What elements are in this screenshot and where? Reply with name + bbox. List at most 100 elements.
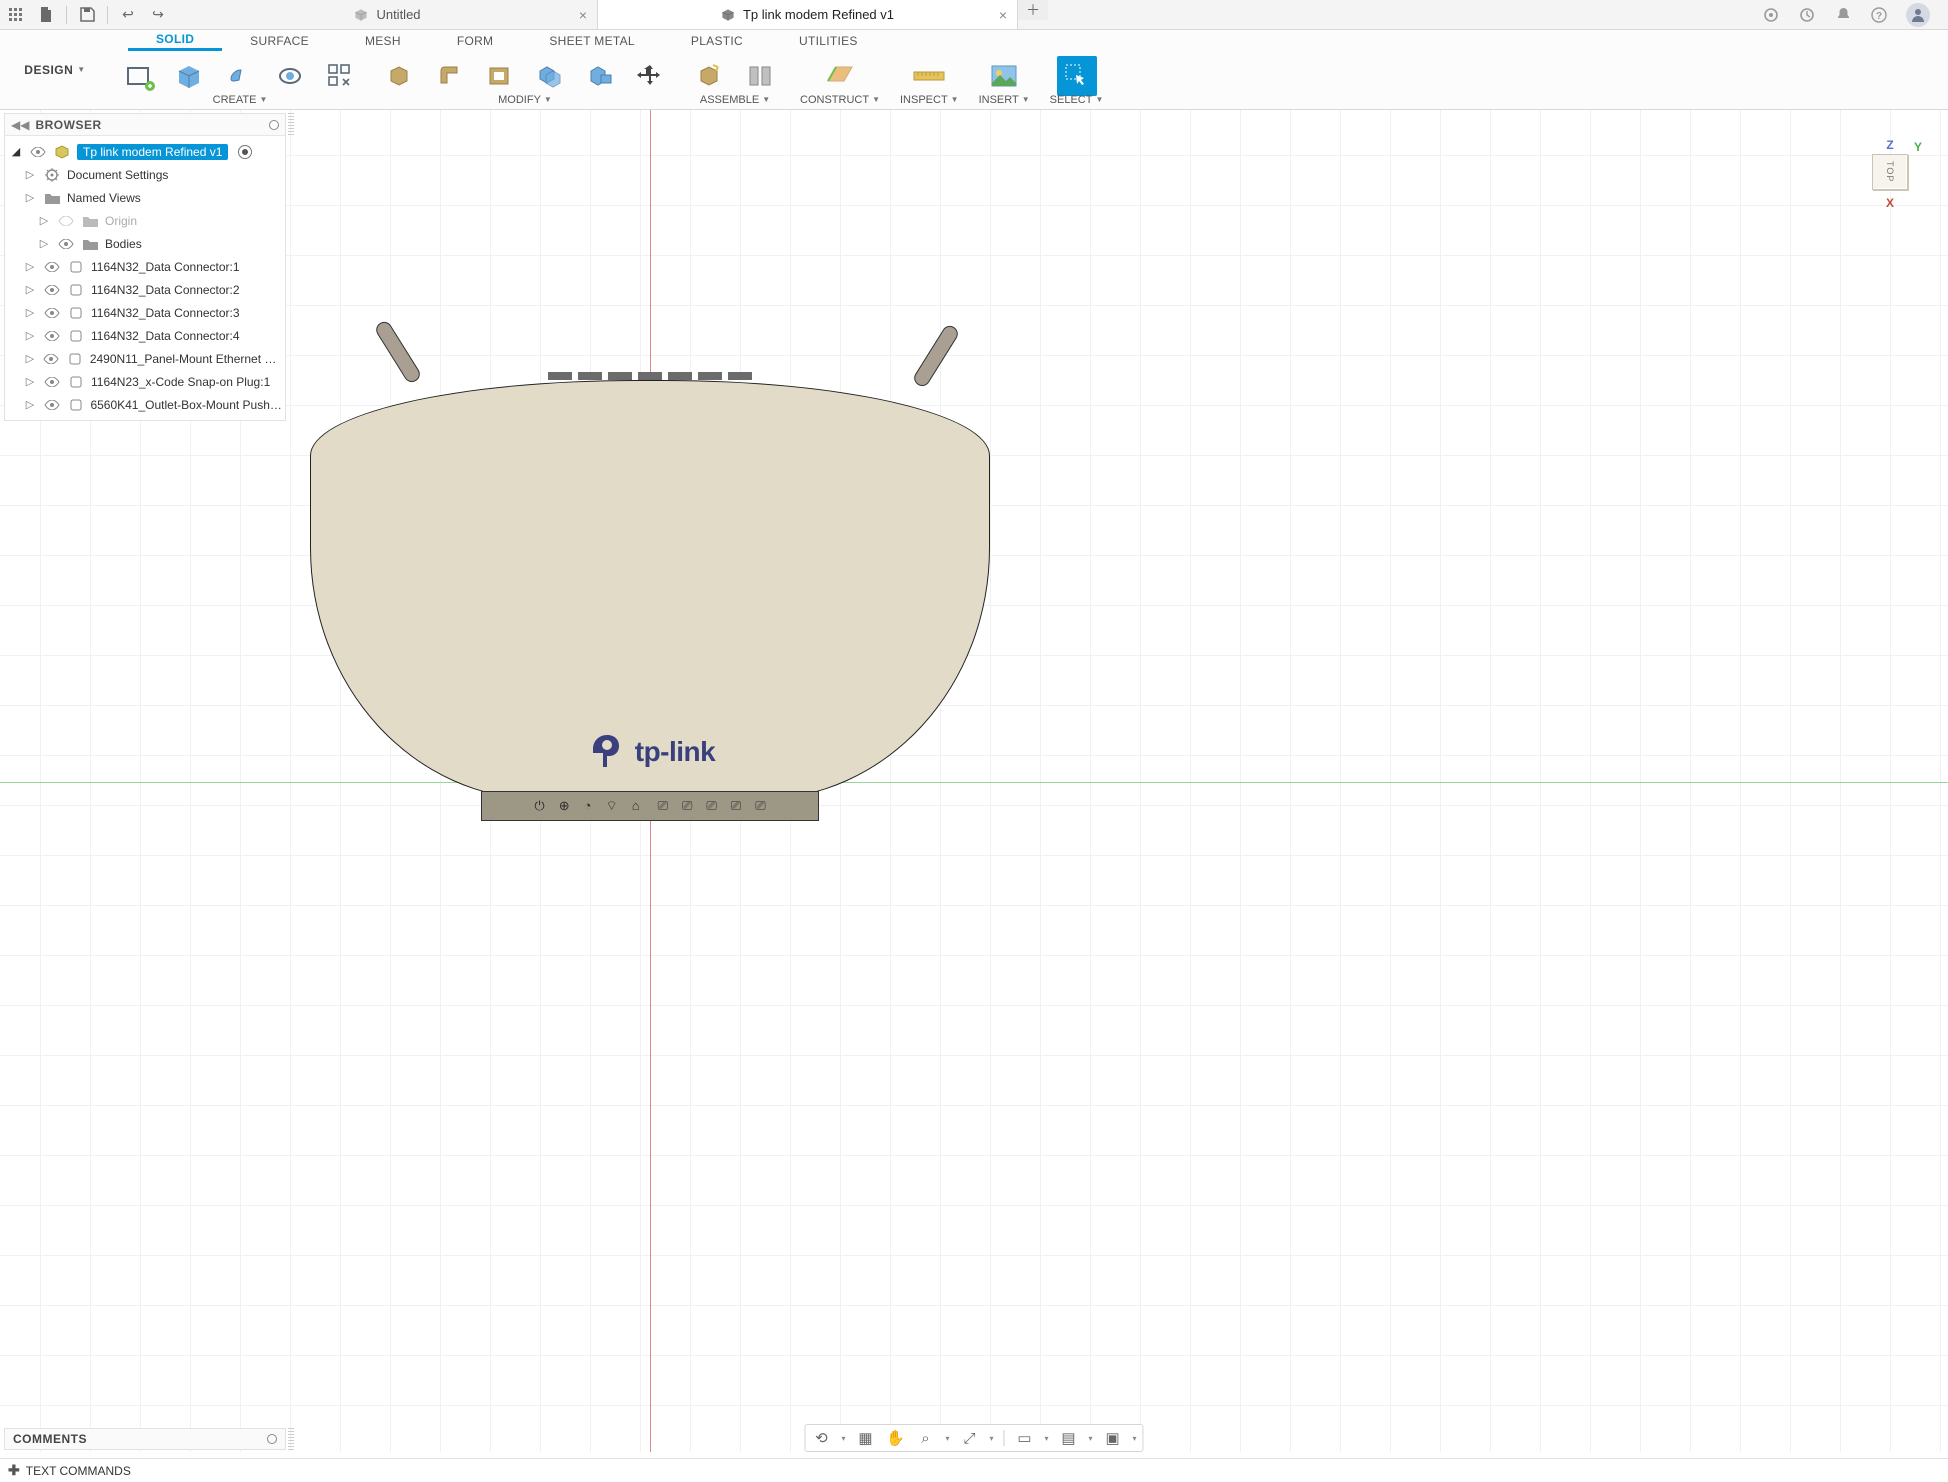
expand-icon[interactable]: ✚ xyxy=(8,1462,20,1479)
help-icon[interactable]: ? xyxy=(1870,6,1888,24)
tool-measure[interactable] xyxy=(909,56,949,96)
close-icon[interactable]: × xyxy=(999,7,1007,23)
expand-icon[interactable]: ▷ xyxy=(23,375,37,388)
add-tab-button[interactable]: ＋ xyxy=(1018,0,1048,20)
notifications-icon[interactable] xyxy=(1834,6,1852,24)
tool-plane[interactable] xyxy=(820,56,860,96)
viewcube-face[interactable]: TOP xyxy=(1872,154,1908,190)
tree-item[interactable]: ▷1164N32_Data Connector:2 xyxy=(5,278,285,301)
tree-item[interactable]: ▷1164N32_Data Connector:3 xyxy=(5,301,285,324)
extensions-icon[interactable] xyxy=(1762,6,1780,24)
expand-icon[interactable]: ▷ xyxy=(37,214,51,227)
tab-plastic[interactable]: PLASTIC xyxy=(663,32,771,50)
tree-item[interactable]: ▷ Named Views xyxy=(5,186,285,209)
nav-zoom-icon[interactable]: ⌕ xyxy=(915,1428,935,1448)
text-commands-bar[interactable]: ✚ TEXT COMMANDS xyxy=(0,1458,1948,1482)
tree-item[interactable]: ▷ Origin xyxy=(5,209,285,232)
comments-panel[interactable]: COMMENTS xyxy=(4,1428,286,1450)
panel-resize-handle[interactable] xyxy=(288,1428,294,1450)
tool-revolve[interactable] xyxy=(270,56,310,96)
nav-fit-icon[interactable]: ⤢ xyxy=(959,1428,979,1448)
visibility-icon[interactable] xyxy=(43,329,61,343)
tree-root[interactable]: ◢ Tp link modem Refined v1 xyxy=(5,140,285,163)
nav-viewport-icon[interactable]: ▣ xyxy=(1103,1428,1123,1448)
comments-options-icon[interactable] xyxy=(267,1434,277,1444)
browser-options-icon[interactable] xyxy=(269,120,279,130)
collapse-icon[interactable]: ◀◀ xyxy=(11,118,29,132)
expand-icon[interactable]: ▷ xyxy=(23,329,37,342)
expand-icon[interactable]: ▷ xyxy=(23,306,37,319)
expand-icon[interactable]: ▷ xyxy=(23,398,37,411)
visibility-icon[interactable] xyxy=(29,145,47,159)
tool-presspull[interactable] xyxy=(380,56,420,96)
ribbon: DESIGN▼ SOLID SURFACE MESH FORM SHEET ME… xyxy=(0,30,1948,110)
expand-icon[interactable]: ▷ xyxy=(23,191,37,204)
tab-solid[interactable]: SOLID xyxy=(128,30,222,51)
visibility-icon[interactable] xyxy=(57,214,75,228)
workspace-switcher[interactable]: DESIGN▼ xyxy=(0,30,110,109)
nav-lookAt-icon[interactable]: ▦ xyxy=(855,1428,875,1448)
user-avatar[interactable] xyxy=(1906,3,1930,27)
tree-item[interactable]: ▷2490N11_Panel-Mount Ethernet Co... xyxy=(5,347,285,370)
doc-tab-untitled[interactable]: Untitled × xyxy=(178,0,598,29)
tool-move[interactable] xyxy=(630,56,670,96)
led-lan2-icon: ⎚ xyxy=(682,798,692,814)
close-icon[interactable]: × xyxy=(579,7,587,23)
tool-box[interactable] xyxy=(170,56,210,96)
tab-mesh[interactable]: MESH xyxy=(337,32,429,50)
tool-combine[interactable] xyxy=(530,56,570,96)
browser-header[interactable]: ◀◀ BROWSER xyxy=(5,114,285,136)
tab-sheetmetal[interactable]: SHEET METAL xyxy=(521,32,663,50)
visibility-icon[interactable] xyxy=(43,398,61,412)
tool-new-component[interactable] xyxy=(690,56,730,96)
expand-icon[interactable]: ▷ xyxy=(37,237,51,250)
panel-resize-handle[interactable] xyxy=(288,113,294,135)
tool-fillet[interactable] xyxy=(430,56,470,96)
tab-surface[interactable]: SURFACE xyxy=(222,32,337,50)
expand-icon[interactable]: ▷ xyxy=(23,352,37,365)
expand-icon[interactable]: ▷ xyxy=(23,168,37,181)
tab-utilities[interactable]: UTILITIES xyxy=(771,32,886,50)
model-view[interactable]: tp-link ⏻ ⊕ ◔ ⌔ ⌂ ⎚ ⎚ ⎚ ⎚ ⎚ xyxy=(310,310,990,800)
visibility-icon[interactable] xyxy=(43,306,61,320)
component-icon xyxy=(66,351,84,367)
tool-joint[interactable] xyxy=(740,56,780,96)
tool-pattern[interactable] xyxy=(320,56,360,96)
save-icon[interactable] xyxy=(77,5,97,25)
expand-icon[interactable]: ◢ xyxy=(9,145,23,158)
tool-extrude[interactable] xyxy=(220,56,260,96)
doc-tab-tplink[interactable]: Tp link modem Refined v1 × xyxy=(598,0,1018,29)
job-status-icon[interactable] xyxy=(1798,6,1816,24)
tool-select[interactable] xyxy=(1057,56,1097,96)
tool-align[interactable] xyxy=(580,56,620,96)
tab-form[interactable]: FORM xyxy=(429,32,522,50)
tool-sketch[interactable] xyxy=(120,56,160,96)
tree-item[interactable]: ▷1164N32_Data Connector:1 xyxy=(5,255,285,278)
tree-item[interactable]: ▷6560K41_Outlet-Box-Mount Push-t... xyxy=(5,393,285,416)
visibility-icon[interactable] xyxy=(57,237,75,251)
tree-item[interactable]: ▷ Document Settings xyxy=(5,163,285,186)
expand-icon[interactable]: ▷ xyxy=(23,260,37,273)
visibility-icon[interactable] xyxy=(43,375,61,389)
expand-icon[interactable]: ▷ xyxy=(23,283,37,296)
app-grid-icon[interactable] xyxy=(6,5,26,25)
tree-item[interactable]: ▷ Bodies xyxy=(5,232,285,255)
undo-icon[interactable]: ↩︎ xyxy=(118,5,138,25)
canvas[interactable]: tp-link ⏻ ⊕ ◔ ⌔ ⌂ ⎚ ⎚ ⎚ ⎚ ⎚ xyxy=(0,110,1948,1452)
axis-y-label: Y xyxy=(1914,140,1922,154)
tree-item[interactable]: ▷1164N23_x-Code Snap-on Plug:1 xyxy=(5,370,285,393)
visibility-icon[interactable] xyxy=(43,352,61,366)
viewcube[interactable]: Z Y TOP X xyxy=(1872,138,1908,210)
tool-shell[interactable] xyxy=(480,56,520,96)
file-menu-icon[interactable] xyxy=(36,5,56,25)
nav-display-icon[interactable]: ▭ xyxy=(1015,1428,1035,1448)
redo-icon[interactable]: ↪︎ xyxy=(148,5,168,25)
activate-icon[interactable] xyxy=(238,145,252,159)
visibility-icon[interactable] xyxy=(43,283,61,297)
tool-insert[interactable] xyxy=(984,56,1024,96)
nav-grid-icon[interactable]: ▤ xyxy=(1059,1428,1079,1448)
tree-item[interactable]: ▷1164N32_Data Connector:4 xyxy=(5,324,285,347)
nav-pan-icon[interactable]: ✋ xyxy=(885,1428,905,1448)
visibility-icon[interactable] xyxy=(43,260,61,274)
nav-orbit-icon[interactable]: ⟲ xyxy=(811,1428,831,1448)
